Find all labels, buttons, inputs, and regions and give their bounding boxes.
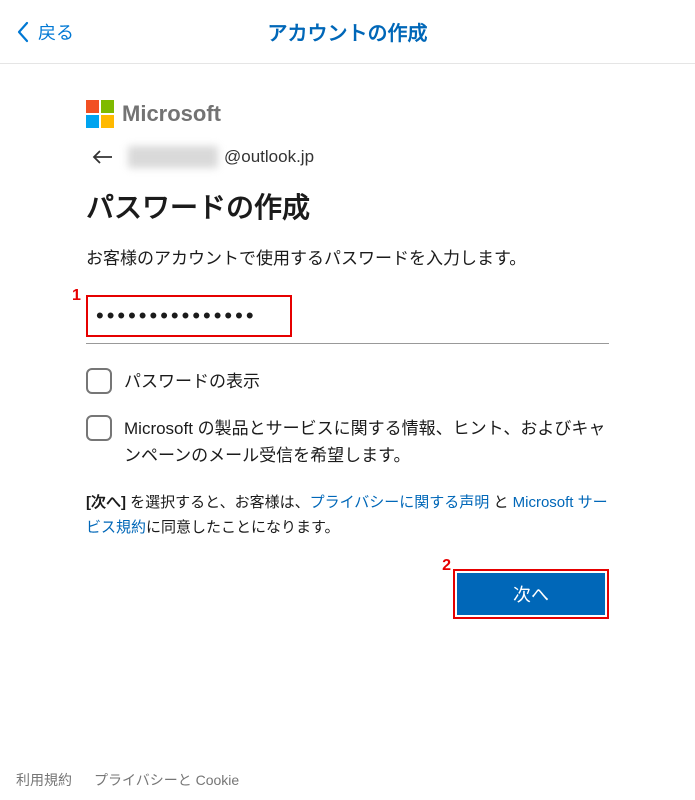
back-label: 戻る [38,19,74,45]
marketing-optin-checkbox[interactable] [86,415,112,441]
password-input[interactable] [88,297,290,335]
legal-prefix-bold: [次へ] [86,494,126,511]
subtitle: お客様のアカウントで使用するパスワードを入力します。 [86,244,609,269]
footer: 利用規約 プライバシーと Cookie [16,770,239,790]
footer-terms-link[interactable]: 利用規約 [16,770,72,790]
legal-text-2: と [489,494,512,511]
microsoft-brand-text: Microsoft [122,101,221,127]
next-button[interactable]: 次へ [457,573,605,615]
page-title: アカウントの作成 [268,17,428,46]
footer-privacy-link[interactable]: プライバシーと Cookie [94,770,239,790]
show-password-checkbox[interactable] [86,368,112,394]
privacy-link[interactable]: プライバシーに関する声明 [310,494,490,511]
heading: パスワードの作成 [86,186,609,226]
marketing-optin-label: Microsoft の製品とサービスに関する情報、ヒント、およびキャンペーンのメ… [124,415,609,469]
legal-text: [次へ] を選択すると、お客様は、プライバシーに関する声明 と Microsof… [86,490,609,541]
email-domain: @outlook.jp [224,147,314,167]
back-button[interactable]: 戻る [0,19,74,45]
microsoft-logo-icon [86,100,114,128]
email-local-blurred [128,146,218,168]
email-identity-row[interactable]: @outlook.jp [86,146,609,168]
annotation-1: 1 [72,287,81,305]
legal-text-1: を選択すると、お客様は、 [126,494,310,511]
nav-bar: 戻る アカウントの作成 [0,0,695,64]
next-highlight-box: 次へ [453,569,609,619]
arrow-left-icon [92,150,114,164]
show-password-label: パスワードの表示 [124,368,260,395]
annotation-2: 2 [442,557,451,575]
chevron-left-icon [16,21,30,43]
input-underline [86,343,609,344]
microsoft-logo-lockup: Microsoft [86,100,609,128]
password-highlight-box [86,295,292,337]
legal-text-3: に同意したことになります。 [146,519,340,536]
